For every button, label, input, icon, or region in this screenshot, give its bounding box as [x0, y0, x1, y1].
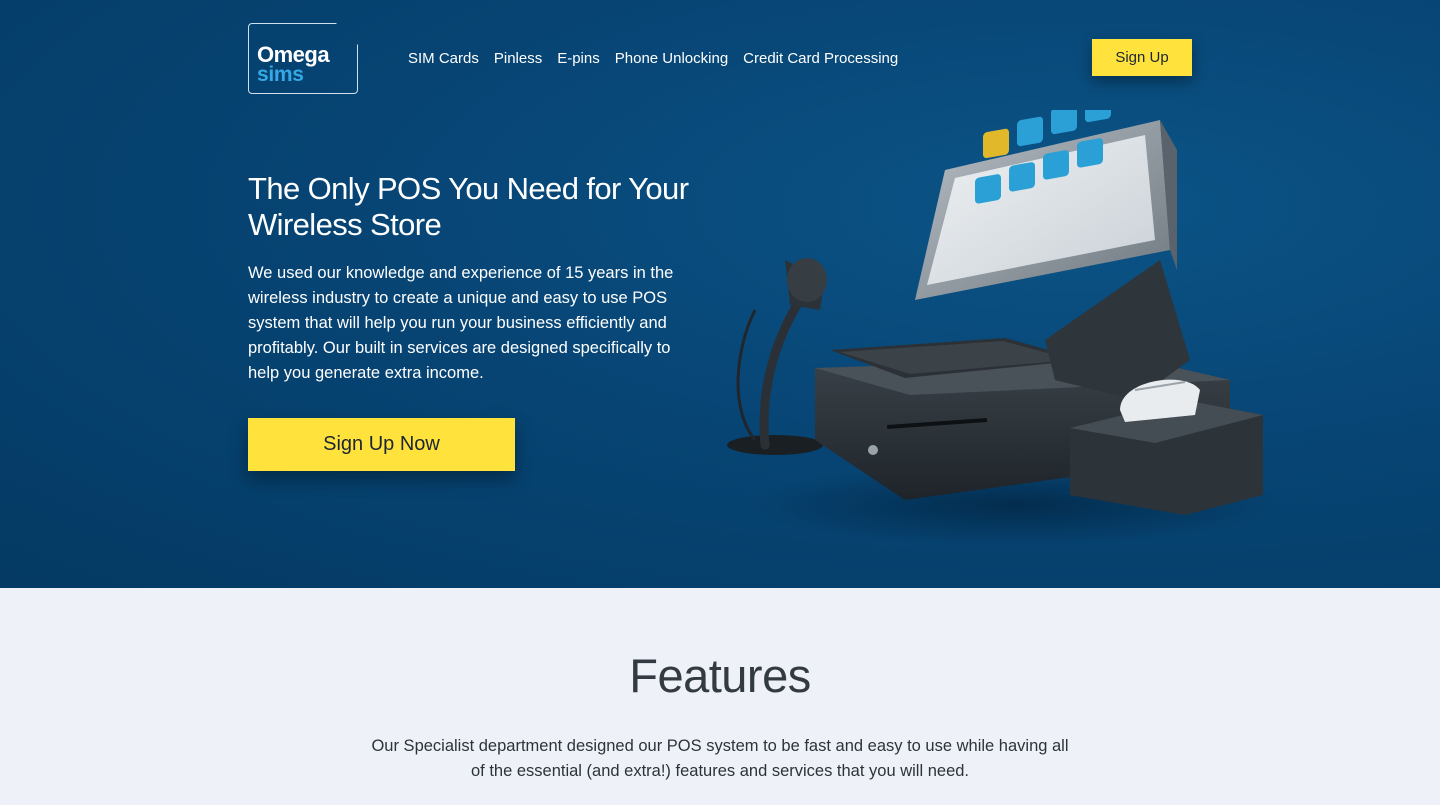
nav-item-phone-unlocking[interactable]: Phone Unlocking [615, 50, 728, 67]
barcode-scanner [727, 258, 827, 455]
nav-item-e-pins[interactable]: E-pins [557, 50, 600, 67]
features-description: Our Specialist department designed our P… [371, 737, 1069, 780]
logo-text-sims: sims [257, 63, 304, 86]
nav-item-pinless[interactable]: Pinless [494, 50, 542, 67]
hero-description: We used our knowledge and experience of … [248, 264, 674, 382]
nav-item-credit-card-processing[interactable]: Credit Card Processing [743, 50, 898, 67]
main-nav: SIM Cards Pinless E-pins Phone Unlocking… [408, 50, 898, 67]
sign-up-button[interactable]: Sign Up [1092, 39, 1192, 76]
hero-title: The Only POS You Need for Your Wireless … [248, 171, 689, 242]
hero-section: Omega sims SIM Cards Pinless E-pins Phon… [0, 0, 1440, 588]
features-title: Features [629, 649, 811, 702]
pos-terminal-illustration [727, 110, 1285, 545]
pos-monitor [915, 110, 1177, 300]
nav-item-sim-cards[interactable]: SIM Cards [408, 50, 479, 67]
sign-up-now-button[interactable]: Sign Up Now [248, 418, 515, 471]
